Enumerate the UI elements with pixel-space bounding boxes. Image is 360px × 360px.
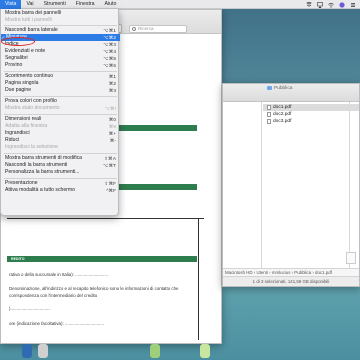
doc-line: corrispondenza con l'intermediario del c… [9,293,98,298]
dock-app-icon[interactable] [150,344,160,358]
dropbox-icon[interactable] [306,1,312,8]
dock [0,344,360,360]
finder-toolbar: Pubblica [223,84,359,102]
menu-aiuto[interactable]: Aiuto [100,0,122,9]
search-icon [132,27,136,31]
menu-separator [4,25,117,26]
pdf-file-icon [267,119,271,124]
file-item-doc2[interactable]: doc2.pdf [263,111,359,118]
file-item-doc1[interactable]: doc1.pdf [263,104,359,111]
menu-separator [4,96,117,97]
file-list: doc1.pdf doc2.pdf doc3.pdf [263,104,359,125]
doc-line: ore (indicazione facoltativa): .........… [9,321,104,326]
menu-item-nascondi-barra-strumenti[interactable]: Nascondi la barra strumenti ⌥⌘T [1,162,120,169]
menu-vista[interactable]: Vista [0,0,22,9]
menu-bar: Vista Vai Strumenti Finestra Aiuto [0,0,360,9]
menu-separator [4,178,117,179]
column-divider[interactable] [349,102,350,270]
finder-title: Pubblica [267,86,292,91]
dock-app-icon[interactable] [38,344,48,358]
menu-item-provino[interactable]: Provino ⌥⌘6 [1,62,120,69]
column-divider[interactable] [261,102,262,270]
menu-vai[interactable]: Vai [21,0,38,9]
folder-icon [267,86,272,90]
menu-item-personalizza-barra[interactable]: Personalizza la barra strumenti... [1,169,120,176]
airplay-icon[interactable] [317,1,323,8]
menu-item-segnalibri[interactable]: Segnalibri ⌥⌘5 [1,55,120,62]
file-item-doc3[interactable]: doc3.pdf [263,118,359,125]
menu-item-barra-strumenti-modifica[interactable]: Mostra barra strumenti di modifica ⇧⌘A [1,155,120,162]
pdf-file-icon [267,105,271,110]
section-bar-redito: REDITO [7,256,197,262]
dock-app-icon[interactable] [22,344,32,358]
menu-item-mostra-stato-documento: Mostra stato documento ⌥⌘I [5,105,116,111]
doc-line: Denominazione, all'indirizzo e al recapi… [9,286,179,291]
file-preview-thumbnail [346,252,356,264]
menu-item-prova-colori[interactable]: Prova colori con profilo [1,98,120,105]
pdf-file-icon [267,112,271,117]
menu-item-pagina-singola[interactable]: Pagina singola ⌘2 [1,80,120,87]
menu-separator [4,71,117,72]
menu-separator [4,153,117,154]
divider [198,218,199,340]
status-menus [306,0,356,9]
menu-finestra[interactable]: Finestra [71,0,100,9]
search-placeholder: Ricerca [138,26,154,31]
menu-item-presentazione[interactable]: Presentazione ⇧⌘F [1,180,120,187]
doc-line: rativa o della succursale in Italia): ..… [9,272,109,277]
finder-window[interactable]: Pubblica doc1.pdf doc2.pdf doc3.pdf Maci… [222,83,360,287]
status-bar: 1 di 3 selezionati, 141,59 GB disponibil… [223,276,359,286]
menu-strumenti[interactable]: Strumenti [39,0,71,9]
wifi-icon[interactable] [328,2,334,8]
menu-item-mostra-tutti-pannelli: Mostra tutti i pannelli [5,17,52,23]
menu-item-mostra-barra-pannelli[interactable]: Mostra barra dei pannelli [1,10,120,17]
dock-app-icon[interactable] [200,344,210,358]
menu-item-due-pagine[interactable]: Due pagine ⌘3 [1,87,120,94]
menu-item-nascondi-barra-laterale[interactable]: Nascondi barra laterale ⌥⌘1 [1,27,120,34]
menu-separator [4,114,117,115]
path-bar[interactable]: Macintosh HD › Utenti › mmlucius › Pubbl… [223,268,359,276]
notification-center-icon[interactable] [350,2,356,8]
menu-item-tutto-schermo[interactable]: Attiva modalità a tutto schermo ^⌘F [1,187,120,194]
search-input[interactable]: Ricerca [129,25,187,33]
divider [7,218,204,219]
siri-icon[interactable] [339,1,345,8]
annotation-circle [1,37,35,46]
menu-item-dimensioni-reali[interactable]: Dimensioni reali ⌘0 [1,116,120,123]
menu-item-evidenziati-note[interactable]: Evidenziati e note ⌥⌘4 [1,48,120,55]
menu-item-ingrandisci[interactable]: Ingrandisci ⌘+ [1,130,120,137]
doc-line: )................................. [9,306,51,311]
menu-item-riduci[interactable]: Riduci ⌘- [1,137,120,144]
menu-item-adatta-finestra: Adatta alla finestra ⌘9 [5,123,116,129]
menu-item-ingrandisci-selezione: Ingrandisci la selezione [5,144,58,150]
menu-item-scorrimento-continuo[interactable]: Scorrimento continuo ⌘1 [1,73,120,80]
